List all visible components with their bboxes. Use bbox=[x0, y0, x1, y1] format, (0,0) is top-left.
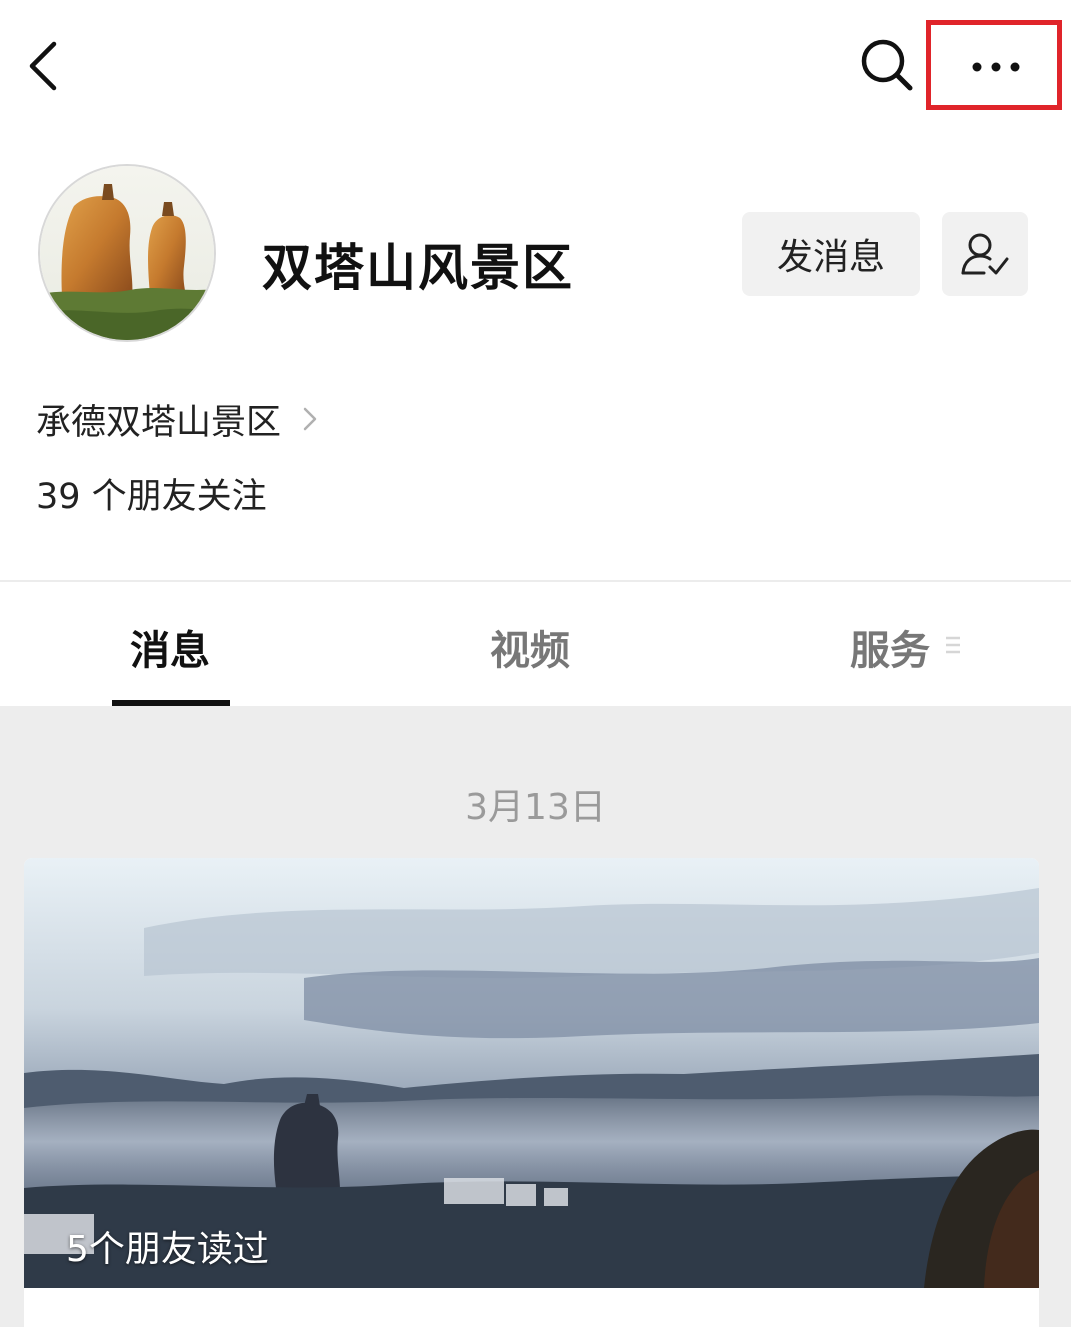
menu-lines-icon bbox=[946, 636, 960, 654]
profile-header: 双塔山风景区 发消息 bbox=[0, 150, 1071, 360]
tab-messages[interactable]: 消息 bbox=[130, 618, 210, 676]
tab-videos[interactable]: 视频 bbox=[490, 618, 570, 676]
send-message-button[interactable]: 发消息 bbox=[742, 212, 920, 296]
read-by-friends-label: 5个朋友读过 bbox=[66, 1229, 269, 1270]
account-name: 双塔山风景区 bbox=[262, 239, 574, 297]
more-horizontal-icon bbox=[972, 62, 1020, 72]
search-icon bbox=[861, 39, 913, 91]
top-bar bbox=[0, 0, 1071, 130]
avatar[interactable] bbox=[38, 164, 216, 342]
chevron-left-icon bbox=[29, 41, 57, 91]
article-card[interactable]: 5个朋友读过 bbox=[24, 858, 1039, 1327]
chevron-right-icon bbox=[303, 407, 317, 431]
friends-following-count[interactable]: 39 个朋友关注 bbox=[36, 468, 267, 519]
back-button[interactable] bbox=[26, 36, 66, 96]
avatar-image bbox=[40, 166, 214, 340]
search-button[interactable] bbox=[858, 36, 916, 94]
user-check-icon bbox=[961, 233, 1009, 275]
more-options-button[interactable] bbox=[926, 20, 1062, 110]
date-label: 3月13日 bbox=[465, 787, 606, 828]
tab-bar: 消息 视频 服务 bbox=[0, 582, 1071, 706]
message-feed: 3月13日 5个朋友读过 bbox=[0, 706, 1071, 1327]
follow-status-button[interactable] bbox=[942, 212, 1028, 296]
tab-services[interactable]: 服务 bbox=[850, 618, 930, 676]
entity-label: 承德双塔山景区 bbox=[36, 402, 282, 443]
entity-link[interactable]: 承德双塔山景区 bbox=[36, 394, 317, 444]
